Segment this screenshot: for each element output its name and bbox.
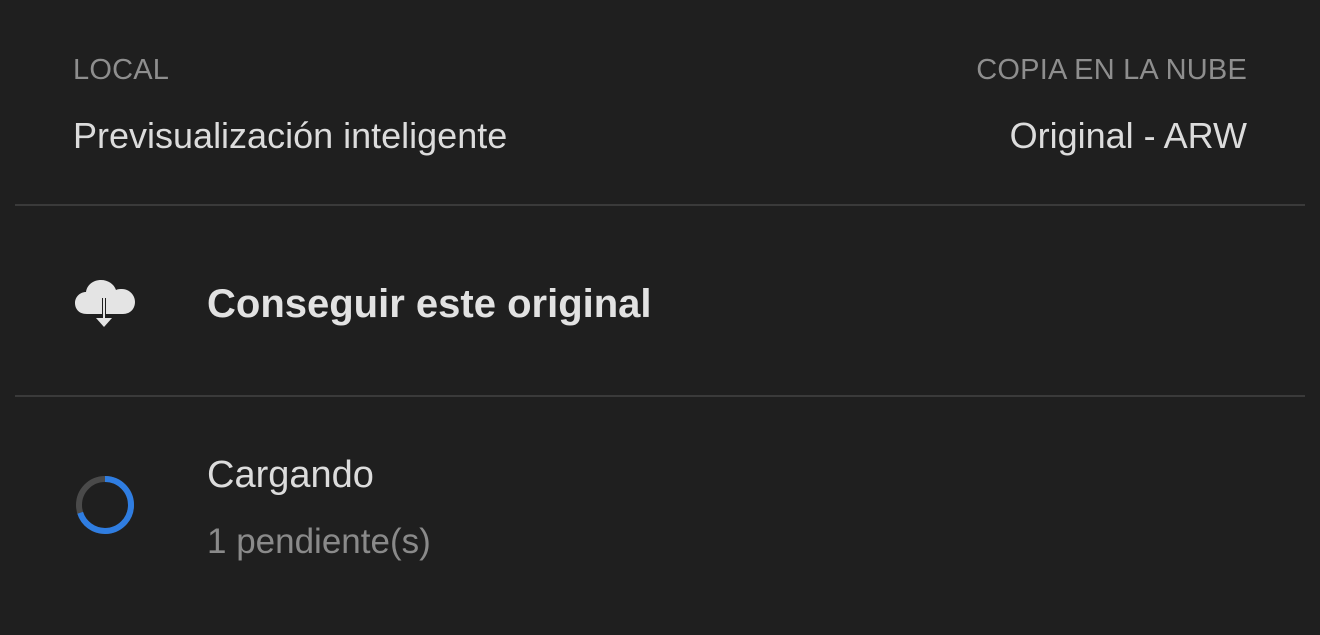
file-details-panel: LOCAL Previsualización inteligente COPIA… xyxy=(0,0,1320,635)
local-heading: LOCAL xyxy=(73,54,170,86)
local-value: Previsualización inteligente xyxy=(73,115,508,156)
pending-count: 1 pendiente(s) xyxy=(207,522,431,561)
loading-status-row xyxy=(0,397,1320,635)
cloud-download-icon xyxy=(75,280,135,327)
loading-spinner-icon xyxy=(76,476,134,534)
cloud-heading: COPIA EN LA NUBE xyxy=(976,54,1247,86)
get-original-label[interactable]: Conseguir este original xyxy=(207,281,652,327)
cloud-value: Original - ARW xyxy=(1009,115,1247,156)
get-original-button[interactable] xyxy=(0,206,1320,395)
local-storage-column: LOCAL Previsualización inteligente xyxy=(73,52,507,156)
cloud-storage-column: COPIA EN LA NUBE Original - ARW xyxy=(976,52,1247,156)
loading-title: Cargando xyxy=(207,454,374,496)
storage-info-row: LOCAL Previsualización inteligente COPIA… xyxy=(73,52,1247,162)
